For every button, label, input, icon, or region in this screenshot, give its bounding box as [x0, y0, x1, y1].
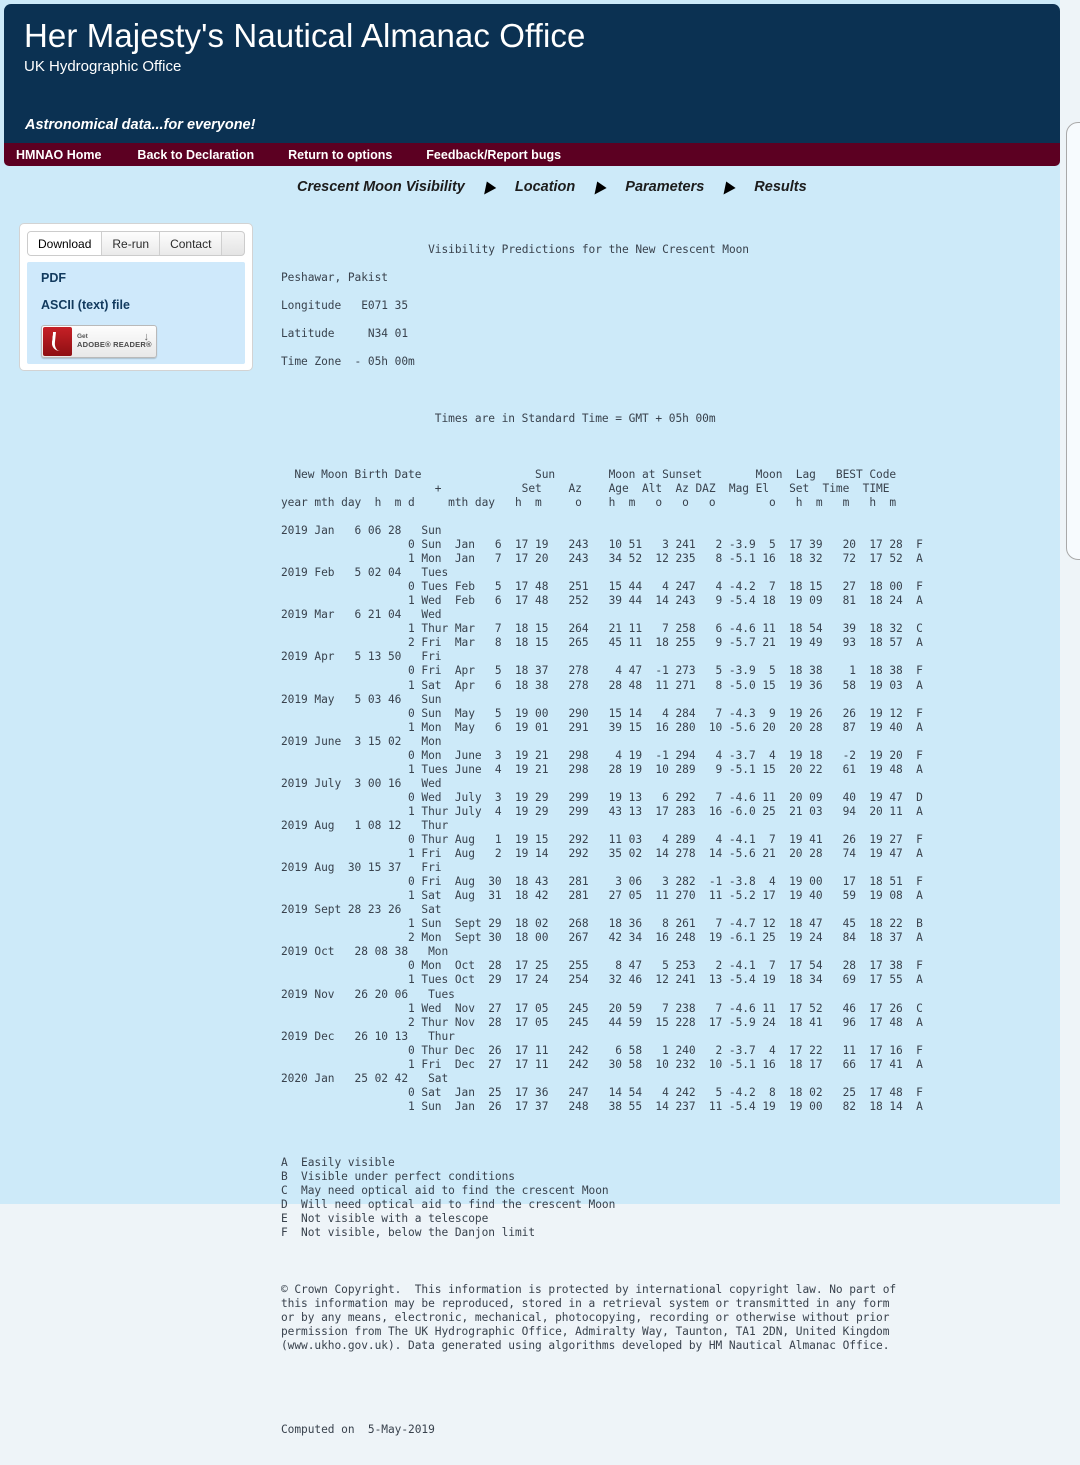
download-panel: Download Re-run Contact PDF ASCII (text)…: [19, 223, 253, 371]
breadcrumb-item-results[interactable]: Results: [754, 179, 806, 195]
nav-item-return-to-options[interactable]: Return to options: [288, 148, 392, 162]
chevron-right-icon: ▶: [484, 177, 495, 196]
latitude-value: N34 01: [367, 327, 409, 341]
report-column-headers: New Moon Birth Date Sun Moon at Sunset M…: [281, 467, 897, 509]
report-title: Visibility Predictions for the New Cresc…: [428, 243, 749, 257]
report-blank-5: [281, 1367, 923, 1381]
breadcrumb-item-location[interactable]: Location: [515, 179, 575, 195]
longitude-label: Longitude: [281, 299, 342, 313]
breadcrumb: Crescent Moon Visibility ▶ Location ▶ Pa…: [297, 177, 807, 196]
longitude-value: E071 35: [361, 299, 409, 313]
adobe-reader-label: ADOBE® READER®: [77, 341, 152, 349]
site-tagline: Astronomical data...for everyone!: [25, 117, 256, 133]
download-link-pdf[interactable]: PDF: [41, 271, 245, 285]
nav-item-back-to-declaration[interactable]: Back to Declaration: [137, 148, 254, 162]
page-subtitle: UK Hydrographic Office: [24, 58, 182, 75]
breadcrumb-item-parameters[interactable]: Parameters: [625, 179, 704, 195]
nav-item-feedback-report-bugs[interactable]: Feedback/Report bugs: [426, 148, 561, 162]
adobe-acrobat-icon: [43, 327, 72, 356]
report-blank-1: [281, 384, 923, 398]
report-latitude-line: Latitude N34 01: [281, 327, 923, 341]
breadcrumb-item-crescent-moon-visibility[interactable]: Crescent Moon Visibility: [297, 179, 465, 195]
report-longitude-line: Longitude E071 35: [281, 299, 923, 313]
chevron-right-icon: ▶: [595, 177, 606, 196]
report-blank-4: [281, 1254, 923, 1268]
timezone-label: Time Zone: [281, 355, 342, 369]
report-computed-on: Computed on 5-May-2019: [281, 1422, 435, 1436]
adobe-button-label: Get ADOBE® READER®: [77, 333, 152, 349]
report-code-legend: A Easily visible B Visible under perfect…: [281, 1156, 616, 1240]
report-data-table: 2019 Jan 6 06 28 Sun 0 Sun Jan 6 17 19 2…: [281, 523, 923, 1113]
main-navigation-bar: HMNAO Home Back to Declaration Return to…: [4, 143, 1060, 166]
report-timezone-line: Time Zone - 05h 00m: [281, 355, 923, 369]
site-header-banner: Her Majesty's Nautical Almanac Office UK…: [4, 4, 1060, 143]
timezone-value: - 05h 00m: [354, 355, 415, 369]
page-canvas: Her Majesty's Nautical Almanac Office UK…: [0, 0, 1060, 1436]
side-floating-panel[interactable]: [1066, 122, 1080, 560]
report-times-note-line: Times are in Standard Time = GMT + 05h 0…: [281, 412, 923, 426]
tab-download[interactable]: Download: [28, 232, 103, 255]
nav-item-hmnao-home[interactable]: HMNAO Home: [16, 148, 101, 162]
page-title: Her Majesty's Nautical Almanac Office: [24, 17, 586, 54]
report-copyright: © Crown Copyright. This information is p…: [281, 1282, 897, 1352]
latitude-label: Latitude: [281, 327, 335, 341]
visibility-report: Visibility Predictions for the New Cresc…: [281, 229, 923, 1465]
report-blank-3: [281, 1128, 923, 1142]
report-blank-2: [281, 440, 923, 454]
download-arrow-icon: ↓: [143, 331, 150, 343]
download-panel-body: PDF ASCII (text) file Get ADOBE® READER®…: [27, 262, 245, 364]
chevron-right-icon: ▶: [724, 177, 735, 196]
report-location-place: Peshawar, Pakist: [281, 271, 388, 285]
panel-tab-row: Download Re-run Contact: [27, 231, 245, 256]
times-note: Times are in Standard Time = GMT + 05h 0…: [434, 411, 716, 425]
times-note-spacer: [281, 412, 435, 425]
get-adobe-reader-button[interactable]: Get ADOBE® READER® ↓: [41, 325, 157, 358]
report-title-line: Visibility Predictions for the New Cresc…: [281, 243, 923, 257]
report-title-spacer: [281, 243, 428, 256]
adobe-brand-text: ADOBE®: [77, 339, 111, 349]
download-link-ascii[interactable]: ASCII (text) file: [41, 298, 245, 312]
report-blank-6: [281, 1395, 923, 1409]
tab-contact[interactable]: Contact: [160, 232, 223, 255]
tab-re-run[interactable]: Re-run: [102, 232, 161, 255]
